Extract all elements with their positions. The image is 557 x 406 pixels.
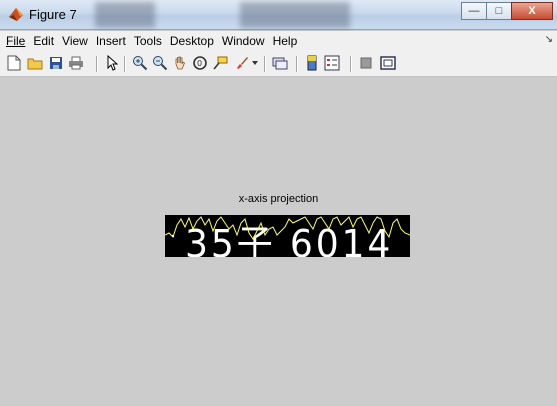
toolbar-separator: [350, 56, 352, 72]
zoom-out-icon[interactable]: [152, 55, 168, 71]
new-figure-icon[interactable]: [6, 55, 22, 71]
toolbar-separator: [264, 56, 266, 72]
colorbar-icon[interactable]: [304, 55, 320, 71]
menu-desktop[interactable]: Desktop: [166, 34, 218, 48]
menu-help[interactable]: Help: [269, 34, 302, 48]
minimize-button[interactable]: —: [461, 2, 487, 20]
zoom-in-icon[interactable]: [132, 55, 148, 71]
figure-canvas[interactable]: x-axis projection 35子 6014: [0, 77, 557, 406]
data-cursor-icon[interactable]: [212, 55, 228, 71]
figure-window: Figure 7 — □ X File Edit View Insert Too…: [0, 0, 557, 406]
print-icon[interactable]: [68, 55, 84, 71]
link-plot-icon[interactable]: [272, 55, 288, 71]
menu-file[interactable]: File: [0, 34, 29, 48]
select-arrow-icon[interactable]: [104, 55, 120, 71]
brush-dropdown-icon[interactable]: [251, 55, 259, 71]
pan-hand-icon[interactable]: [172, 55, 188, 71]
menu-tools[interactable]: Tools: [130, 34, 166, 48]
axes-title: x-axis projection: [238, 193, 319, 205]
window-controls: — □ X: [461, 2, 553, 22]
minimize-icon: —: [468, 5, 480, 17]
maximize-icon: □: [495, 5, 503, 17]
menu-view[interactable]: View: [58, 34, 92, 48]
open-file-icon[interactable]: [27, 55, 43, 71]
legend-icon[interactable]: [324, 55, 340, 71]
rotate-3d-icon[interactable]: 0: [192, 55, 208, 71]
figure-toolbar: 0: [0, 51, 557, 77]
title-bar[interactable]: Figure 7 — □ X: [0, 0, 557, 30]
maximize-button[interactable]: □: [486, 2, 512, 20]
save-icon[interactable]: [48, 55, 64, 71]
blurred-region: [240, 2, 350, 28]
menu-edit[interactable]: Edit: [29, 34, 58, 48]
hide-plot-tools-icon[interactable]: [358, 55, 374, 71]
menu-insert[interactable]: Insert: [92, 34, 130, 48]
blurred-region: [95, 2, 155, 28]
dock-arrow-icon[interactable]: ↘: [545, 34, 553, 45]
menu-bar: File Edit View Insert Tools Desktop Wind…: [0, 31, 557, 51]
toolbar-separator: [296, 56, 298, 72]
toolbar-separator: [124, 56, 126, 72]
close-icon: X: [528, 5, 536, 17]
window-title: Figure 7: [29, 7, 77, 22]
license-plate-image[interactable]: 35子 6014: [165, 215, 410, 257]
toolbar-separator: [96, 56, 98, 72]
close-button[interactable]: X: [511, 2, 553, 20]
svg-text:0: 0: [197, 59, 202, 68]
projection-curve: [165, 216, 410, 240]
matlab-logo-icon: [9, 8, 23, 21]
menu-window[interactable]: Window: [218, 34, 269, 48]
brush-icon[interactable]: [234, 55, 250, 71]
show-plot-tools-icon[interactable]: [380, 55, 396, 71]
